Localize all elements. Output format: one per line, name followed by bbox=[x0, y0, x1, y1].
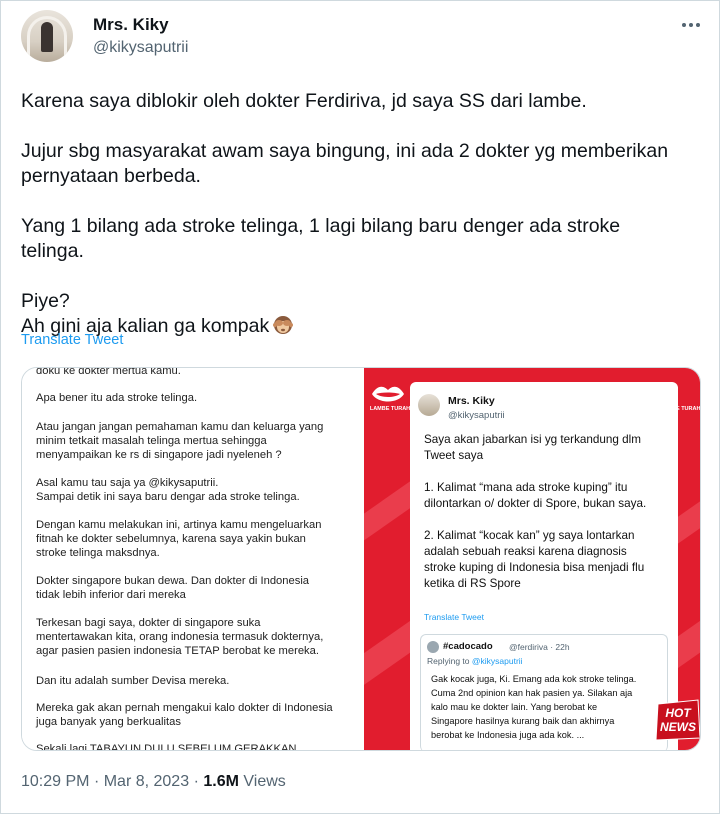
tweet-paragraph: Yang 1 bilang ada stroke telinga, 1 lagi… bbox=[21, 215, 621, 262]
embedded-tweet-line: 1. Kalimat “mana ada stroke kuping” itu bbox=[424, 481, 628, 494]
embedded-tweet-line: stroke kuping di Indonesia bisa menjadi … bbox=[424, 561, 645, 574]
screenshot-text-line: Dengan kamu melakukan ini, artinya kamu … bbox=[36, 519, 322, 531]
screenshot-text-line: doku ke dokter mertua kamu. bbox=[36, 367, 181, 377]
screenshot-text-line: minim tetkait masalah telinga mertua seh… bbox=[36, 435, 267, 447]
quoted-author-handle: @ferdiriva · 22h bbox=[509, 642, 570, 652]
embedded-tweet-line: ketika di RS Spore bbox=[424, 577, 521, 590]
embedded-tweet-card: Mrs. Kiky @kikysaputrii Saya akan jabark… bbox=[410, 382, 678, 750]
hot-news-line1: HOT bbox=[665, 706, 692, 720]
see-no-evil-monkey-icon bbox=[273, 316, 294, 334]
embedded-author-name: Mrs. Kiky bbox=[448, 395, 495, 407]
quoted-tweet: #cadocado @ferdiriva · 22h Replying to @… bbox=[420, 634, 668, 750]
brand-label-right: E TURAH bbox=[676, 406, 701, 412]
brand-label-left: LAMBE TURAH bbox=[369, 406, 411, 412]
hot-news-line2: NEWS bbox=[660, 720, 696, 734]
screenshot-text-line: Terkesan bagi saya, dokter di singapore … bbox=[36, 617, 261, 629]
embedded-tweet-line: 2. Kalimat “kocak kan” yg saya lontarkan bbox=[424, 529, 635, 542]
quoted-tweet-line: Singapore hasilnya kurang baik dan akhir… bbox=[431, 716, 615, 726]
quoted-avatar bbox=[427, 641, 439, 653]
reply-handle: @kikysaputrii bbox=[471, 656, 523, 666]
meta-separator: · bbox=[193, 773, 199, 790]
screenshot-right-pane: LAMBE TURAH E TURAH Mrs. Kiky @kikysaput… bbox=[364, 368, 701, 750]
screenshot-text-line: Asal kamu tau saja ya @kikysaputrii. bbox=[36, 477, 219, 489]
screenshot-text-line: Mereka gak akan pernah mengakui kalo dok… bbox=[36, 702, 333, 714]
screenshot-text-line: Dan itu adalah sumber Devisa mereka. bbox=[36, 675, 230, 687]
screenshot-text-line: juga banyak yang berkualitas bbox=[36, 716, 181, 728]
embedded-tweet-line: Tweet saya bbox=[424, 449, 484, 462]
tweet-paragraph: Karena saya diblokir oleh dokter Ferdiri… bbox=[21, 90, 587, 112]
screenshot-text-line: Sekali lagi TABAYUN DULU SEBELUM GERAKKA… bbox=[36, 743, 297, 751]
views-label: Views bbox=[243, 773, 286, 790]
avatar[interactable] bbox=[21, 10, 73, 62]
embedded-tweet-line: Saya akan jabarkan isi yg terkandung dlm bbox=[424, 433, 641, 446]
screenshot-text-line: Atau jangan jangan pemahaman kamu dan ke… bbox=[36, 421, 324, 433]
translate-tweet-link[interactable]: Translate Tweet bbox=[21, 332, 123, 348]
quoted-tweet-line: Cuma 2nd opinion kan hak pasien ya. Sila… bbox=[431, 688, 633, 698]
screenshot-text-line: Apa bener itu ada stroke telinga. bbox=[36, 392, 198, 404]
author-handle[interactable]: @kikysaputrii bbox=[93, 39, 188, 57]
author-name[interactable]: Mrs. Kiky bbox=[93, 15, 169, 35]
meta-separator: · bbox=[93, 773, 100, 790]
screenshot-text-line: Sampai detik ini saya baru dengar ada st… bbox=[36, 491, 300, 503]
tweet-date[interactable]: Mar 8, 2023 bbox=[104, 773, 189, 790]
more-options-icon[interactable] bbox=[679, 13, 703, 37]
embedded-avatar bbox=[418, 394, 440, 416]
quoted-tweet-line: berobat ke Indonesia juga ada kok. ... bbox=[431, 730, 585, 740]
tweet-time[interactable]: 10:29 PM bbox=[21, 773, 89, 790]
quoted-tweet-line: Gak kocak juga, Ki. Emang ada kok stroke… bbox=[431, 674, 637, 684]
quoted-author-name: #cadocado bbox=[443, 641, 493, 652]
screenshot-text-line: stroke telinga maksdnya. bbox=[36, 547, 160, 559]
tweet-media-image[interactable]: doku ke dokter mertua kamu. Apa bener it… bbox=[21, 367, 701, 751]
tweet-container: Mrs. Kiky @kikysaputrii Karena saya dibl… bbox=[0, 0, 720, 814]
quoted-reply-context: Replying to @kikysaputrii bbox=[427, 656, 523, 666]
quoted-tweet-line: kalo mau ke dokter lain. Yang berobat ke bbox=[431, 702, 598, 712]
embedded-translate-link: Translate Tweet bbox=[424, 612, 485, 622]
screenshot-left-pane: doku ke dokter mertua kamu. Apa bener it… bbox=[22, 367, 364, 751]
screenshot-text-line: agar pasien pasien indonesia TETAP berob… bbox=[36, 645, 319, 657]
screenshot-text-line: menyampaikan ke rs di singapore jadi nye… bbox=[36, 449, 282, 461]
embedded-tweet-line: adalah sebuah reaksi karena diagnosis bbox=[424, 545, 627, 558]
views-count: 1.6M bbox=[203, 773, 239, 790]
tweet-paragraph: Jujur sbg masyarakat awam saya bingung, … bbox=[21, 140, 669, 187]
tweet-meta: 10:29 PM · Mar 8, 2023 · 1.6M Views bbox=[21, 773, 286, 791]
screenshot-text-line: Dokter singapore bukan dewa. Dan dokter … bbox=[36, 575, 310, 587]
screenshot-text-line: tidak lebih inferior dari mereka bbox=[36, 589, 186, 601]
embedded-author-handle: @kikysaputrii bbox=[448, 410, 505, 421]
tweet-text: Karena saya diblokir oleh dokter Ferdiri… bbox=[21, 89, 681, 339]
tweet-line: Piye? bbox=[21, 290, 70, 312]
screenshot-text-line: mentertawakan kita, orang indonesia term… bbox=[36, 631, 324, 643]
hot-news-badge: HOT NEWS bbox=[655, 699, 700, 741]
screenshot-text-line: fitnah ke dokter sebelumnya, karena saya… bbox=[36, 533, 306, 545]
reply-prefix: Replying to bbox=[427, 656, 470, 666]
embedded-tweet-line: dilontarkan o/ dokter di Spore, bukan sa… bbox=[424, 497, 647, 510]
